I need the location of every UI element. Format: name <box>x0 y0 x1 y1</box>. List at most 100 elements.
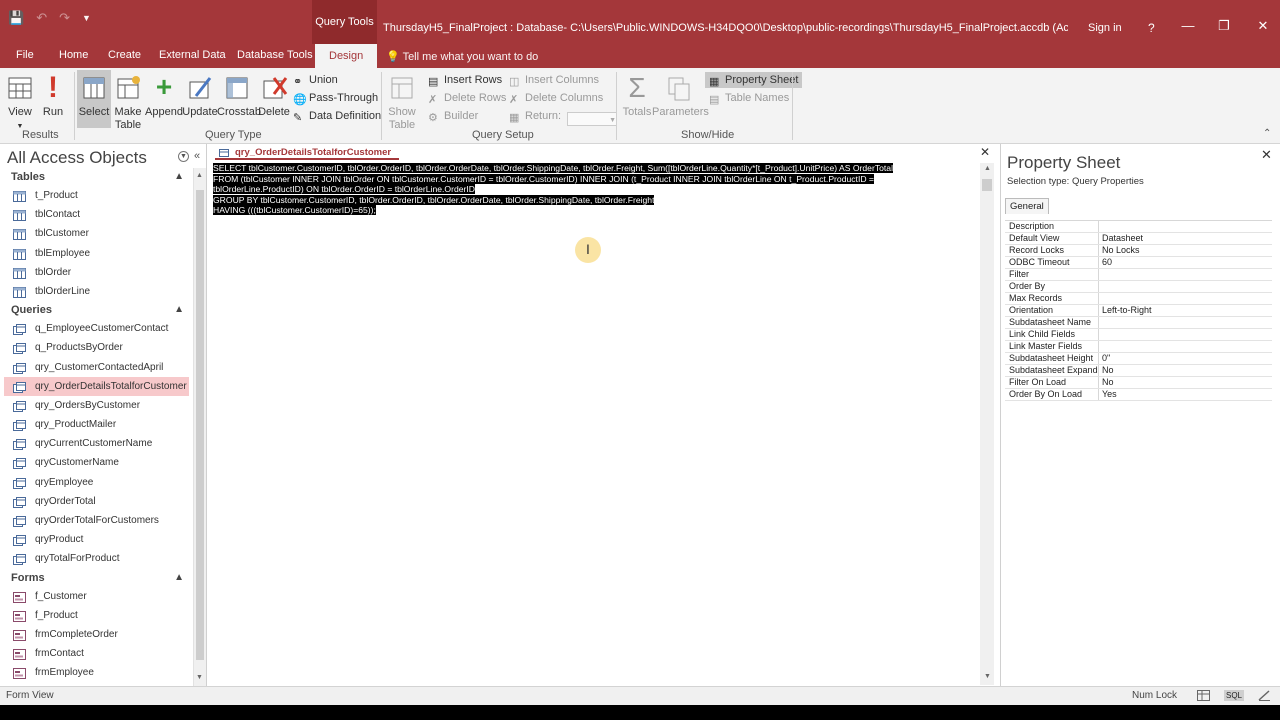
parameters-button[interactable]: Parameters <box>652 70 709 119</box>
property-value[interactable]: Datasheet <box>1099 233 1143 244</box>
form-list-item[interactable]: frmCompleteOrder <box>0 625 193 644</box>
select-query-button[interactable]: Select <box>77 70 111 128</box>
tab-external-data[interactable]: External Data <box>159 49 226 61</box>
show-table-button[interactable]: Show Table <box>382 70 422 132</box>
property-row[interactable]: Description <box>1005 221 1272 233</box>
property-row[interactable]: Subdatasheet Expanded No <box>1005 365 1272 377</box>
tab-general[interactable]: General <box>1005 198 1049 214</box>
querie-list-item[interactable]: q_EmployeeCustomerContact <box>0 319 193 338</box>
querie-list-item[interactable]: qryCustomerName <box>0 453 193 472</box>
close-property-sheet-icon[interactable]: ✕ <box>1261 147 1272 163</box>
property-value[interactable] <box>1099 281 1102 292</box>
tab-home[interactable]: Home <box>59 49 88 61</box>
nav-scrollbar[interactable]: ▲ ▼ <box>193 168 206 686</box>
property-row[interactable]: Link Master Fields <box>1005 341 1272 353</box>
document-tab[interactable]: qry_OrderDetailsTotalforCustomer <box>215 146 400 160</box>
insert-rows-button[interactable]: ▤ Insert Rows <box>428 72 502 88</box>
form-list-item[interactable]: f_Product <box>0 606 193 625</box>
property-row[interactable]: Orientation Left-to-Right <box>1005 305 1272 317</box>
property-row[interactable]: Default View Datasheet <box>1005 233 1272 245</box>
property-sheet-button[interactable]: ▦ Property Sheet <box>705 72 803 88</box>
sql-view-editor[interactable]: qry_OrderDetailsTotalforCustomer ✕ SELEC… <box>210 144 994 686</box>
querie-list-item[interactable]: qryCurrentCustomerName <box>0 434 193 453</box>
property-value[interactable] <box>1099 269 1102 280</box>
nav-menu-chevron-icon[interactable]: ▼ <box>178 151 189 162</box>
table-list-item[interactable]: tblCustomer <box>0 224 193 243</box>
property-row[interactable]: Max Records <box>1005 293 1272 305</box>
sql-view-icon[interactable]: SQL <box>1224 690 1244 701</box>
property-value[interactable]: Left-to-Right <box>1099 305 1152 316</box>
property-row[interactable]: Filter On Load No <box>1005 377 1272 389</box>
querie-list-item[interactable]: qry_ProductMailer <box>0 415 193 434</box>
customize-qat-icon[interactable]: ▼ <box>82 13 91 23</box>
collapse-section-icon[interactable]: ▲ <box>174 569 184 587</box>
property-value[interactable] <box>1099 293 1102 304</box>
scroll-down-icon[interactable]: ▼ <box>984 673 991 680</box>
close-window-icon[interactable]: ✕ <box>1253 18 1273 34</box>
undo-icon[interactable]: ↶ <box>36 10 47 26</box>
editor-scroll-thumb[interactable] <box>982 179 992 191</box>
sign-in-link[interactable]: Sign in <box>1088 22 1122 34</box>
form-list-item[interactable]: frmContact <box>0 644 193 663</box>
property-value[interactable]: 0" <box>1099 353 1110 364</box>
property-row[interactable]: Link Child Fields <box>1005 329 1272 341</box>
tab-database-tools[interactable]: Database Tools <box>237 49 313 61</box>
property-row[interactable]: ODBC Timeout 60 <box>1005 257 1272 269</box>
property-value[interactable]: No <box>1099 365 1114 376</box>
form-list-item[interactable]: frmEmployee <box>0 663 193 682</box>
delete-query-button[interactable]: Delete <box>254 70 294 119</box>
querie-list-item[interactable]: qryEmployee <box>0 473 193 492</box>
minimize-icon[interactable]: — <box>1178 18 1198 33</box>
property-value[interactable]: Yes <box>1099 389 1117 400</box>
update-button[interactable]: Update <box>180 70 220 119</box>
property-row[interactable]: Subdatasheet Height 0" <box>1005 353 1272 365</box>
table-names-button[interactable]: ▤ Table Names <box>709 90 789 106</box>
scroll-down-icon[interactable]: ▼ <box>196 674 203 681</box>
table-list-item[interactable]: tblContact <box>0 205 193 224</box>
append-button[interactable]: + Append <box>144 70 184 119</box>
form-list-item[interactable]: f_Customer <box>0 587 193 606</box>
tab-design[interactable]: Design <box>315 44 378 68</box>
tables-section-header[interactable]: Tables ▲ <box>0 168 193 186</box>
crosstab-button[interactable]: Crosstab <box>217 70 261 119</box>
scroll-up-icon[interactable]: ▲ <box>196 172 203 179</box>
property-value[interactable]: 60 <box>1099 257 1112 268</box>
querie-list-item[interactable]: qryOrderTotalForCustomers <box>0 511 193 530</box>
builder-button[interactable]: ⚙ Builder <box>428 108 478 124</box>
querie-list-item[interactable]: qryTotalForProduct <box>0 549 193 568</box>
scroll-up-icon[interactable]: ▲ <box>984 165 991 172</box>
queries-section-header[interactable]: Queries ▲ <box>0 301 193 319</box>
close-document-icon[interactable]: ✕ <box>980 145 990 159</box>
totals-button[interactable]: Σ Totals <box>617 70 657 119</box>
nav-scroll-thumb[interactable] <box>196 190 204 660</box>
querie-list-item[interactable]: qry_OrdersByCustomer <box>0 396 193 415</box>
property-value[interactable]: No Locks <box>1099 245 1140 256</box>
property-value[interactable] <box>1099 341 1102 352</box>
restore-icon[interactable]: ❐ <box>1214 18 1234 34</box>
collapse-section-icon[interactable]: ▲ <box>174 168 184 186</box>
nav-pane-title[interactable]: All Access Objects <box>7 148 147 168</box>
property-row[interactable]: Filter <box>1005 269 1272 281</box>
insert-columns-button[interactable]: ◫ Insert Columns <box>509 72 599 88</box>
help-button[interactable]: ? <box>1148 21 1155 35</box>
delete-columns-button[interactable]: ✗ Delete Columns <box>509 90 603 106</box>
property-value[interactable] <box>1099 317 1102 328</box>
make-table-button[interactable]: Make Table <box>108 70 148 132</box>
editor-scrollbar[interactable]: ▲ ▼ <box>980 163 994 685</box>
property-value[interactable] <box>1099 221 1102 232</box>
property-value[interactable] <box>1099 329 1102 340</box>
sql-text[interactable]: SELECT tblCustomer.CustomerID, tblOrder.… <box>213 163 983 216</box>
querie-list-item[interactable]: qry_CustomerContactedApril <box>0 358 193 377</box>
table-list-item[interactable]: tblOrder <box>0 263 193 282</box>
table-list-item[interactable]: tblEmployee <box>0 244 193 263</box>
save-icon[interactable]: 💾 <box>8 10 24 26</box>
collapse-section-icon[interactable]: ▲ <box>174 301 184 319</box>
redo-icon[interactable]: ↷ <box>59 10 70 26</box>
querie-list-item[interactable]: qryProduct <box>0 530 193 549</box>
property-row[interactable]: Subdatasheet Name <box>1005 317 1272 329</box>
querie-list-item[interactable]: qryOrderTotal <box>0 492 193 511</box>
pass-through-button[interactable]: 🌐 Pass-Through <box>293 90 378 106</box>
run-button[interactable]: ! Run <box>33 70 73 119</box>
property-row[interactable]: Order By On Load Yes <box>1005 389 1272 401</box>
collapse-ribbon-icon[interactable]: ⌃ <box>1263 128 1271 139</box>
